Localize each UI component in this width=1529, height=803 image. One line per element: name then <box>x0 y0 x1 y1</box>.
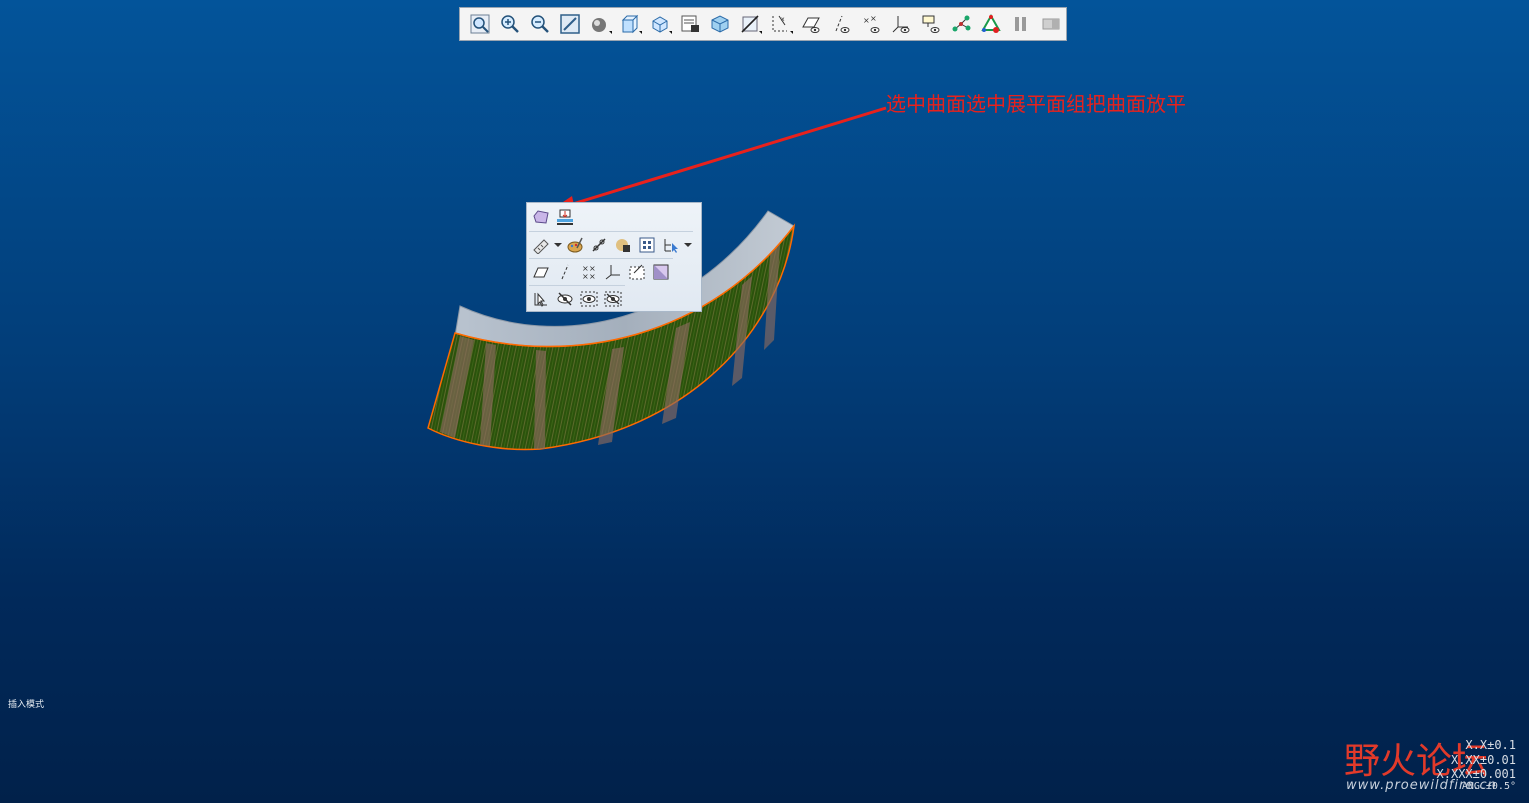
shading-button[interactable] <box>585 10 615 38</box>
appearance-button[interactable] <box>563 234 587 256</box>
select-button[interactable] <box>529 288 553 310</box>
datum-axis-toggle-icon: x <box>772 15 788 32</box>
svg-text:×: × <box>582 272 589 281</box>
chain-icon <box>592 238 606 252</box>
next-button[interactable] <box>1036 10 1066 38</box>
point-icon: × ×× × <box>582 264 596 281</box>
hide-icon <box>557 292 573 306</box>
reorient-button[interactable] <box>555 10 585 38</box>
measure-icon <box>533 239 549 254</box>
section-button[interactable] <box>735 10 765 38</box>
spin-center-button[interactable] <box>946 10 976 38</box>
datum-plane-display-icon <box>801 17 820 33</box>
zoom-in-button[interactable] <box>495 10 525 38</box>
surface-icon <box>533 210 549 224</box>
zoom-out-button[interactable] <box>525 10 555 38</box>
zoom-fit-icon <box>470 14 490 34</box>
show-button[interactable] <box>577 288 601 310</box>
axis-button[interactable] <box>553 261 577 283</box>
csys-display-icon <box>892 16 910 33</box>
mini-context-toolbar: × × × × <box>526 202 702 312</box>
axis-icon <box>561 264 569 280</box>
plane-icon <box>533 267 549 278</box>
chain-button[interactable] <box>587 234 611 256</box>
shading-icon <box>592 18 607 32</box>
view-box-button[interactable] <box>615 10 645 38</box>
svg-text:x: x <box>781 16 785 23</box>
chevron-down-icon <box>554 243 562 247</box>
reorient-icon <box>560 14 580 34</box>
point-display-icon: × × <box>863 14 880 33</box>
spin-center-icon <box>952 15 971 32</box>
annotation-display-icon <box>922 15 940 33</box>
section-view-icon <box>653 264 669 280</box>
svg-text:×: × <box>589 272 596 281</box>
csys-button[interactable] <box>601 261 625 283</box>
zoom-out-icon <box>531 15 549 33</box>
shading-style-icon <box>616 239 630 252</box>
display-style-icon <box>711 15 729 33</box>
unhide-all-button[interactable] <box>601 288 625 310</box>
flatten-quilt-button[interactable] <box>553 206 577 228</box>
unhide-all-icon <box>604 291 622 307</box>
pause-icon <box>1014 17 1026 31</box>
sketch-button[interactable] <box>625 261 649 283</box>
hide-button[interactable] <box>553 288 577 310</box>
graphics-toolbar: x × × <box>459 7 1067 41</box>
layers-icon <box>681 15 700 32</box>
saved-views-button[interactable] <box>645 10 675 38</box>
tolerance-2: X.XX±0.01 <box>1450 753 1516 767</box>
shading-style-button[interactable] <box>611 234 635 256</box>
zoom-in-icon <box>501 15 519 33</box>
appearance-icon <box>567 237 583 253</box>
chevron-down-icon <box>684 243 692 247</box>
view-box-icon <box>622 14 639 34</box>
grid-button[interactable] <box>635 234 659 256</box>
watermark: 野火论坛 X.X±0.1 X.XX±0.01 X.XXX±0.001 ANG.±… <box>1340 718 1520 798</box>
axis-display-button[interactable] <box>826 10 856 38</box>
next-icon <box>1042 18 1060 30</box>
model-tree-button[interactable] <box>976 10 1006 38</box>
sketch-icon <box>629 264 645 280</box>
point-button[interactable]: × × × × <box>577 261 601 283</box>
point-display-button[interactable]: × × <box>856 10 886 38</box>
flatten-quilt-icon <box>557 209 573 225</box>
display-style-button[interactable] <box>705 10 735 38</box>
svg-text:×: × <box>863 16 870 25</box>
annotation-display-button[interactable] <box>916 10 946 38</box>
svg-text:×: × <box>870 14 877 23</box>
saved-views-icon <box>652 16 668 33</box>
plane-button[interactable] <box>529 261 553 283</box>
tolerance-1: X.X±0.1 <box>1465 738 1516 752</box>
select-filter-button[interactable] <box>659 234 683 256</box>
model-tree-icon <box>981 13 1001 33</box>
select-filter-dropdown[interactable] <box>683 234 693 256</box>
select-filter-icon <box>664 239 678 253</box>
pause-button[interactable] <box>1006 10 1036 38</box>
annotation-text: 选中曲面选中展平面组把曲面放平 <box>886 92 1186 116</box>
measure-dropdown[interactable] <box>553 234 563 256</box>
curved-quilt-model[interactable] <box>0 0 1529 803</box>
surface-button[interactable] <box>529 206 553 228</box>
section-icon <box>741 15 760 33</box>
select-icon <box>534 292 547 307</box>
status-text: 插入模式 <box>8 700 45 710</box>
watermark-url: www.proewildfire.cn <box>1346 778 1497 793</box>
csys-display-button[interactable] <box>886 10 916 38</box>
section-view-button[interactable] <box>649 261 673 283</box>
datum-axis-toggle-button[interactable]: x <box>765 10 795 38</box>
measure-button[interactable] <box>529 234 553 256</box>
show-icon <box>580 291 598 307</box>
axis-display-icon <box>835 15 850 33</box>
zoom-fit-button[interactable] <box>465 10 495 38</box>
grid-icon <box>639 237 655 253</box>
layers-button[interactable] <box>675 10 705 38</box>
csys-icon <box>605 265 620 280</box>
datum-plane-display-button[interactable] <box>796 10 826 38</box>
